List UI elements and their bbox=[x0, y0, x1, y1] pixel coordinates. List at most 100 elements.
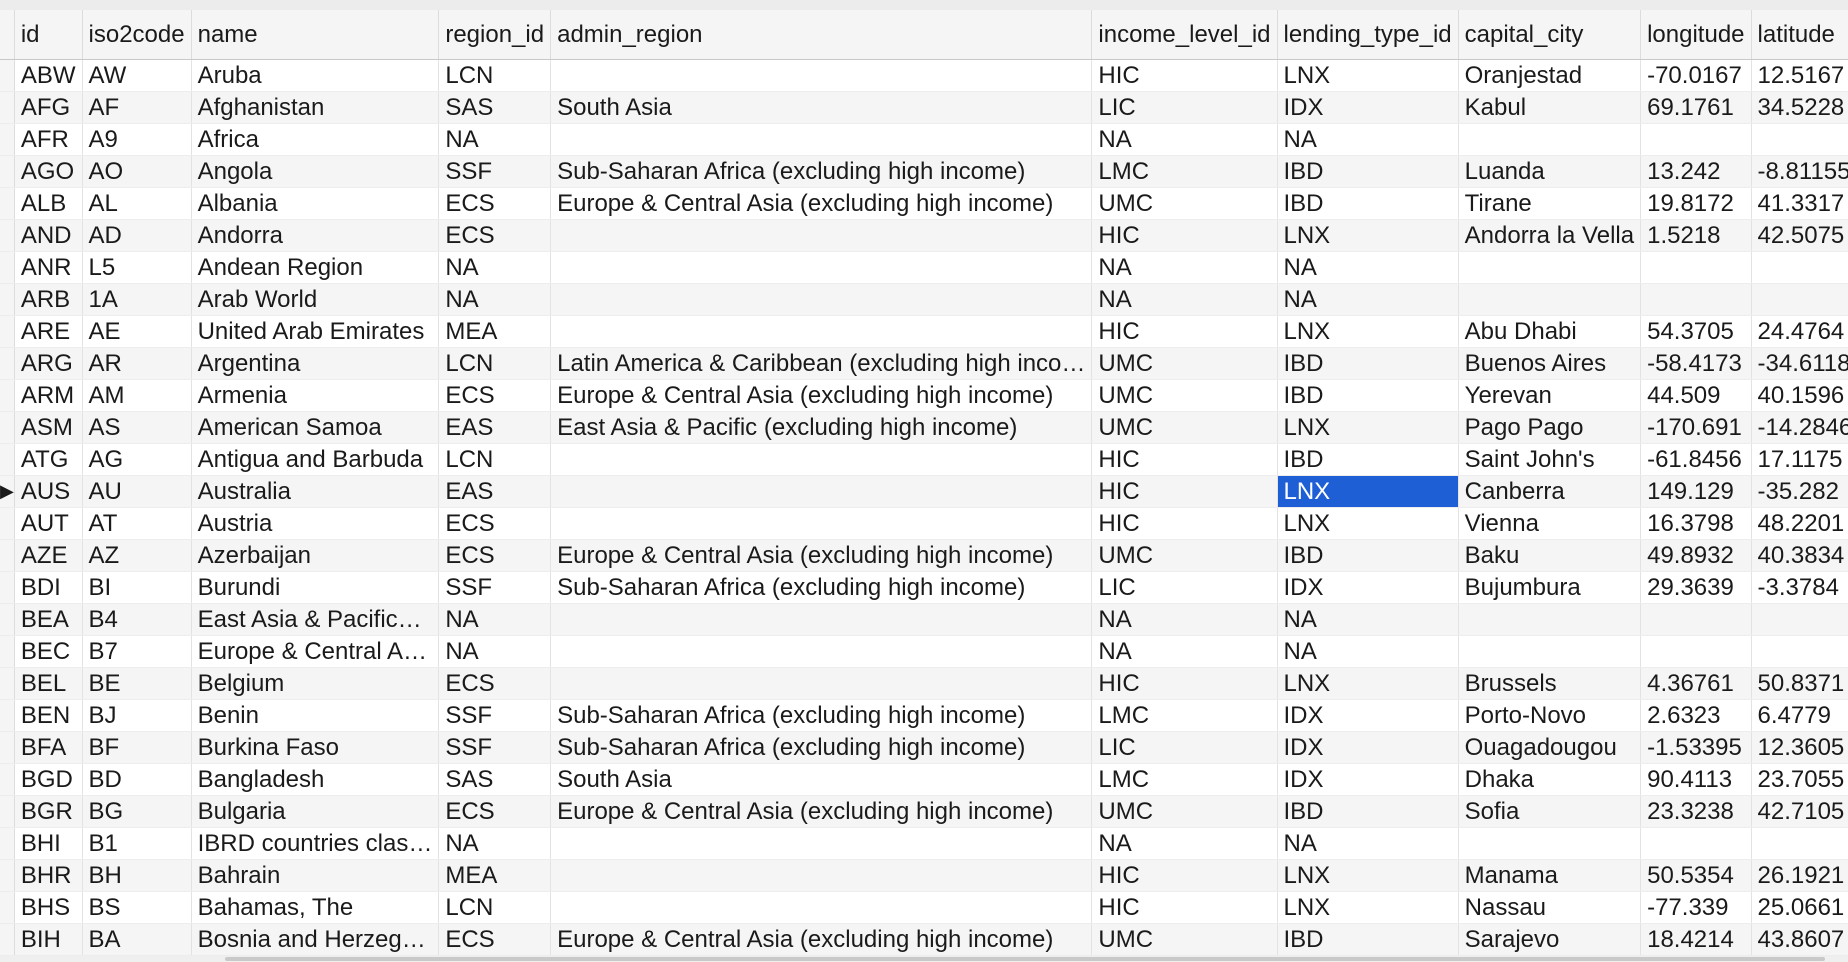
cell-admin-region[interactable]: Europe & Central Asia (excluding high in… bbox=[550, 795, 1093, 828]
cell-income-level-id[interactable]: LMC bbox=[1091, 763, 1278, 796]
cell-name[interactable]: Austria bbox=[191, 507, 440, 540]
cell-capital-city[interactable]: Saint John's bbox=[1458, 443, 1642, 476]
cell-name[interactable]: Aruba bbox=[191, 59, 440, 92]
cell-lending-type-id[interactable]: LNX bbox=[1277, 667, 1459, 700]
row-marker[interactable] bbox=[0, 571, 15, 604]
cell-income-level-id[interactable]: LIC bbox=[1091, 571, 1278, 604]
cell-region-id[interactable]: SSF bbox=[438, 571, 552, 604]
cell-region-id[interactable]: ECS bbox=[438, 923, 552, 956]
row-marker[interactable] bbox=[0, 603, 15, 636]
cell-name[interactable]: IBRD countries clas… bbox=[191, 827, 440, 860]
cell-capital-city[interactable]: Sofia bbox=[1458, 795, 1642, 828]
cell-latitude[interactable]: 40.3834 bbox=[1751, 539, 1848, 572]
selected-cell[interactable]: LNX bbox=[1277, 475, 1459, 508]
cell-name[interactable]: Bahamas, The bbox=[191, 891, 440, 924]
column-header-lending-type-id[interactable]: lending_type_id bbox=[1277, 10, 1459, 60]
cell-lending-type-id[interactable]: LNX bbox=[1277, 315, 1459, 348]
cell-income-level-id[interactable]: LMC bbox=[1091, 699, 1278, 732]
cell-lending-type-id[interactable]: IDX bbox=[1277, 763, 1459, 796]
cell-latitude[interactable]: 40.1596 bbox=[1751, 379, 1848, 412]
cell-iso2code[interactable]: BG bbox=[82, 795, 192, 828]
cell-latitude[interactable]: 12.3605 bbox=[1751, 731, 1848, 764]
cell-name[interactable]: Andean Region bbox=[191, 251, 440, 284]
cell-admin-region[interactable]: South Asia bbox=[550, 91, 1093, 124]
row-marker[interactable] bbox=[0, 795, 15, 828]
cell-iso2code[interactable]: AS bbox=[82, 411, 192, 444]
table-row[interactable]: ANR L5 Andean Region NA NA NA bbox=[0, 251, 1848, 284]
cell-name[interactable]: United Arab Emirates bbox=[191, 315, 440, 348]
cell-iso2code[interactable]: AT bbox=[82, 507, 192, 540]
cell-income-level-id[interactable]: NA bbox=[1091, 283, 1278, 316]
row-marker[interactable] bbox=[0, 923, 15, 956]
cell-iso2code[interactable]: BA bbox=[82, 923, 192, 956]
cell-region-id[interactable]: NA bbox=[438, 635, 552, 668]
table-row[interactable]: AFG AF Afghanistan SAS South Asia LIC IDX Kabul… bbox=[0, 91, 1848, 124]
cell-latitude[interactable] bbox=[1751, 603, 1848, 636]
cell-iso2code[interactable]: BI bbox=[82, 571, 192, 604]
cell-longitude[interactable] bbox=[1640, 251, 1752, 284]
cell-longitude[interactable]: -70.0167 bbox=[1640, 59, 1752, 92]
table-row[interactable]: ATG AG Antigua and Barbuda LCN HIC IBD Saint J… bbox=[0, 443, 1848, 476]
cell-name[interactable]: East Asia & Pacific… bbox=[191, 603, 440, 636]
cell-latitude[interactable] bbox=[1751, 251, 1848, 284]
cell-id[interactable]: BIH bbox=[14, 923, 83, 956]
row-marker[interactable] bbox=[0, 731, 15, 764]
cell-income-level-id[interactable]: NA bbox=[1091, 827, 1278, 860]
cell-lending-type-id[interactable]: NA bbox=[1277, 123, 1459, 156]
cell-id[interactable]: BHR bbox=[14, 859, 83, 892]
cell-id[interactable]: BEL bbox=[14, 667, 83, 700]
row-marker[interactable] bbox=[0, 891, 15, 924]
table-row[interactable]: AUT AT Austria ECS HIC LNX Vienna 16.3798 48.220… bbox=[0, 507, 1848, 540]
cell-region-id[interactable]: MEA bbox=[438, 315, 552, 348]
cell-income-level-id[interactable]: UMC bbox=[1091, 411, 1278, 444]
cell-admin-region[interactable] bbox=[550, 891, 1093, 924]
cell-iso2code[interactable]: L5 bbox=[82, 251, 192, 284]
cell-iso2code[interactable]: AO bbox=[82, 155, 192, 188]
cell-id[interactable]: BEA bbox=[14, 603, 83, 636]
cell-admin-region[interactable] bbox=[550, 283, 1093, 316]
table-row[interactable]: BEN BJ Benin SSF Sub-Saharan Africa (excludi… bbox=[0, 699, 1848, 732]
cell-id[interactable]: ANR bbox=[14, 251, 83, 284]
cell-income-level-id[interactable]: HIC bbox=[1091, 315, 1278, 348]
cell-lending-type-id[interactable]: NA bbox=[1277, 827, 1459, 860]
cell-name[interactable]: Belgium bbox=[191, 667, 440, 700]
cell-latitude[interactable] bbox=[1751, 635, 1848, 668]
cell-latitude[interactable]: -8.81155 bbox=[1751, 155, 1848, 188]
cell-id[interactable]: ATG bbox=[14, 443, 83, 476]
cell-iso2code[interactable]: BE bbox=[82, 667, 192, 700]
column-header-latitude[interactable]: latitude bbox=[1751, 10, 1848, 60]
row-marker[interactable] bbox=[0, 507, 15, 540]
cell-capital-city[interactable]: Kabul bbox=[1458, 91, 1642, 124]
cell-admin-region[interactable]: Europe & Central Asia (excluding high in… bbox=[550, 923, 1093, 956]
column-header-income-level-id[interactable]: income_level_id bbox=[1091, 10, 1278, 60]
cell-admin-region[interactable] bbox=[550, 507, 1093, 540]
table-row[interactable]: ARM AM Armenia ECS Europe & Central Asia (ex… bbox=[0, 379, 1848, 412]
cell-region-id[interactable]: EAS bbox=[438, 411, 552, 444]
cell-latitude[interactable]: 26.1921 bbox=[1751, 859, 1848, 892]
cell-income-level-id[interactable]: UMC bbox=[1091, 379, 1278, 412]
cell-region-id[interactable]: LCN bbox=[438, 443, 552, 476]
cell-id[interactable]: BHI bbox=[14, 827, 83, 860]
cell-capital-city[interactable]: Andorra la Vella bbox=[1458, 219, 1642, 252]
row-marker[interactable] bbox=[0, 315, 15, 348]
cell-iso2code[interactable]: A9 bbox=[82, 123, 192, 156]
cell-longitude[interactable]: 149.129 bbox=[1640, 475, 1752, 508]
cell-lending-type-id[interactable]: IBD bbox=[1277, 347, 1459, 380]
cell-id[interactable]: AFG bbox=[14, 91, 83, 124]
row-marker[interactable] bbox=[0, 411, 15, 444]
cell-income-level-id[interactable]: LIC bbox=[1091, 91, 1278, 124]
cell-lending-type-id[interactable]: IDX bbox=[1277, 91, 1459, 124]
cell-id[interactable]: BEN bbox=[14, 699, 83, 732]
cell-name[interactable]: Andorra bbox=[191, 219, 440, 252]
cell-income-level-id[interactable]: LIC bbox=[1091, 731, 1278, 764]
cell-admin-region[interactable] bbox=[550, 475, 1093, 508]
cell-latitude[interactable]: -3.3784 bbox=[1751, 571, 1848, 604]
column-header-capital-city[interactable]: capital_city bbox=[1458, 10, 1642, 60]
cell-iso2code[interactable]: AF bbox=[82, 91, 192, 124]
column-header-name[interactable]: name bbox=[191, 10, 440, 60]
cell-name[interactable]: Arab World bbox=[191, 283, 440, 316]
cell-capital-city[interactable] bbox=[1458, 635, 1642, 668]
cell-capital-city[interactable]: Manama bbox=[1458, 859, 1642, 892]
cell-region-id[interactable]: ECS bbox=[438, 795, 552, 828]
table-row[interactable]: AGO AO Angola SSF Sub-Saharan Africa (exclud… bbox=[0, 155, 1848, 188]
